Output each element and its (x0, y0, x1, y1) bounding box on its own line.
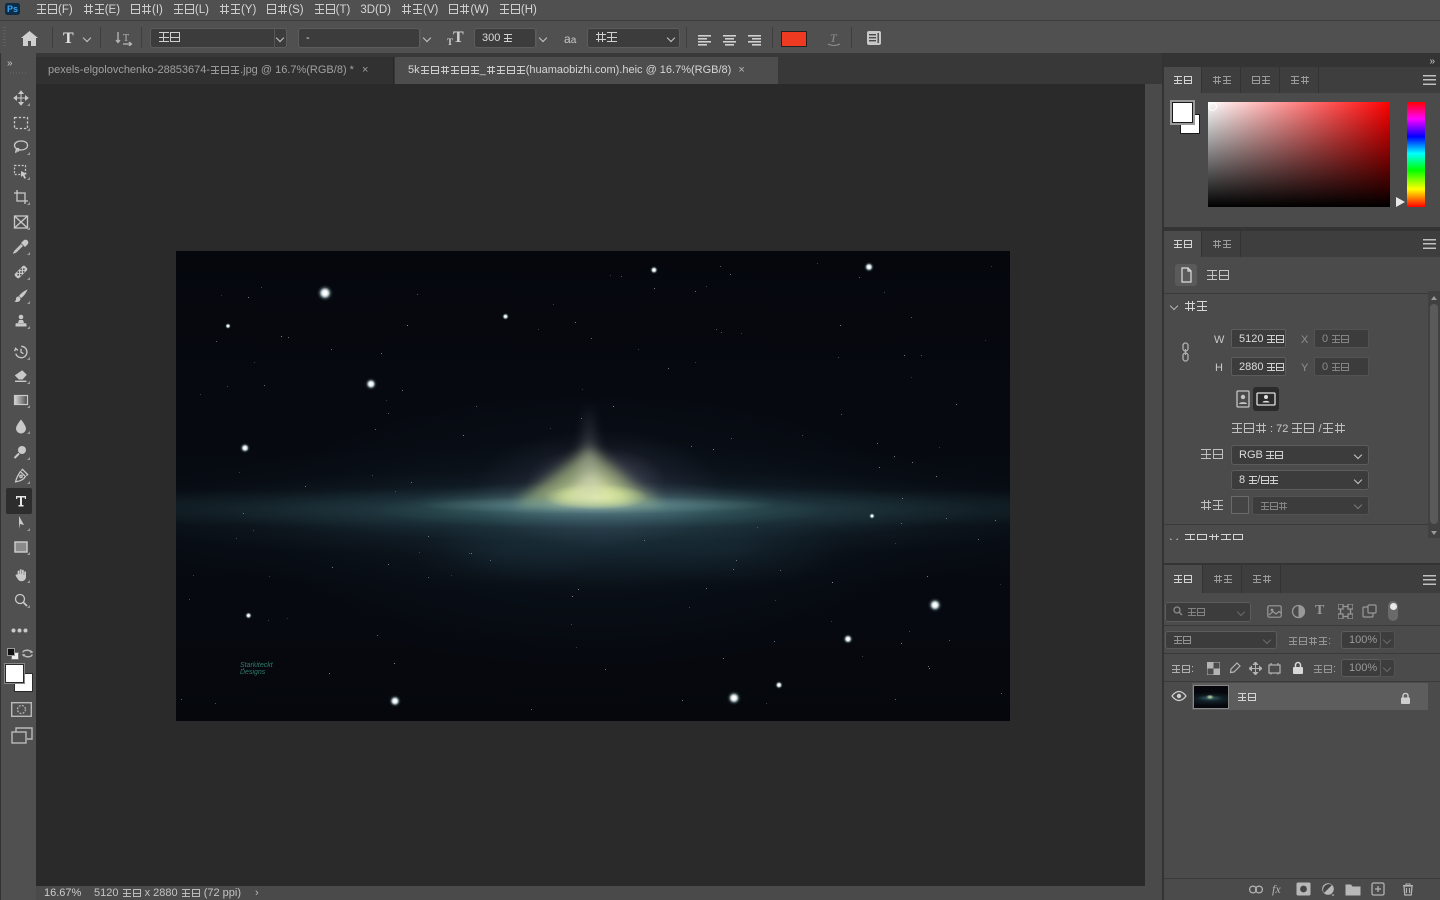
svg-text:T: T (830, 31, 838, 45)
svg-text:T: T (123, 33, 129, 44)
